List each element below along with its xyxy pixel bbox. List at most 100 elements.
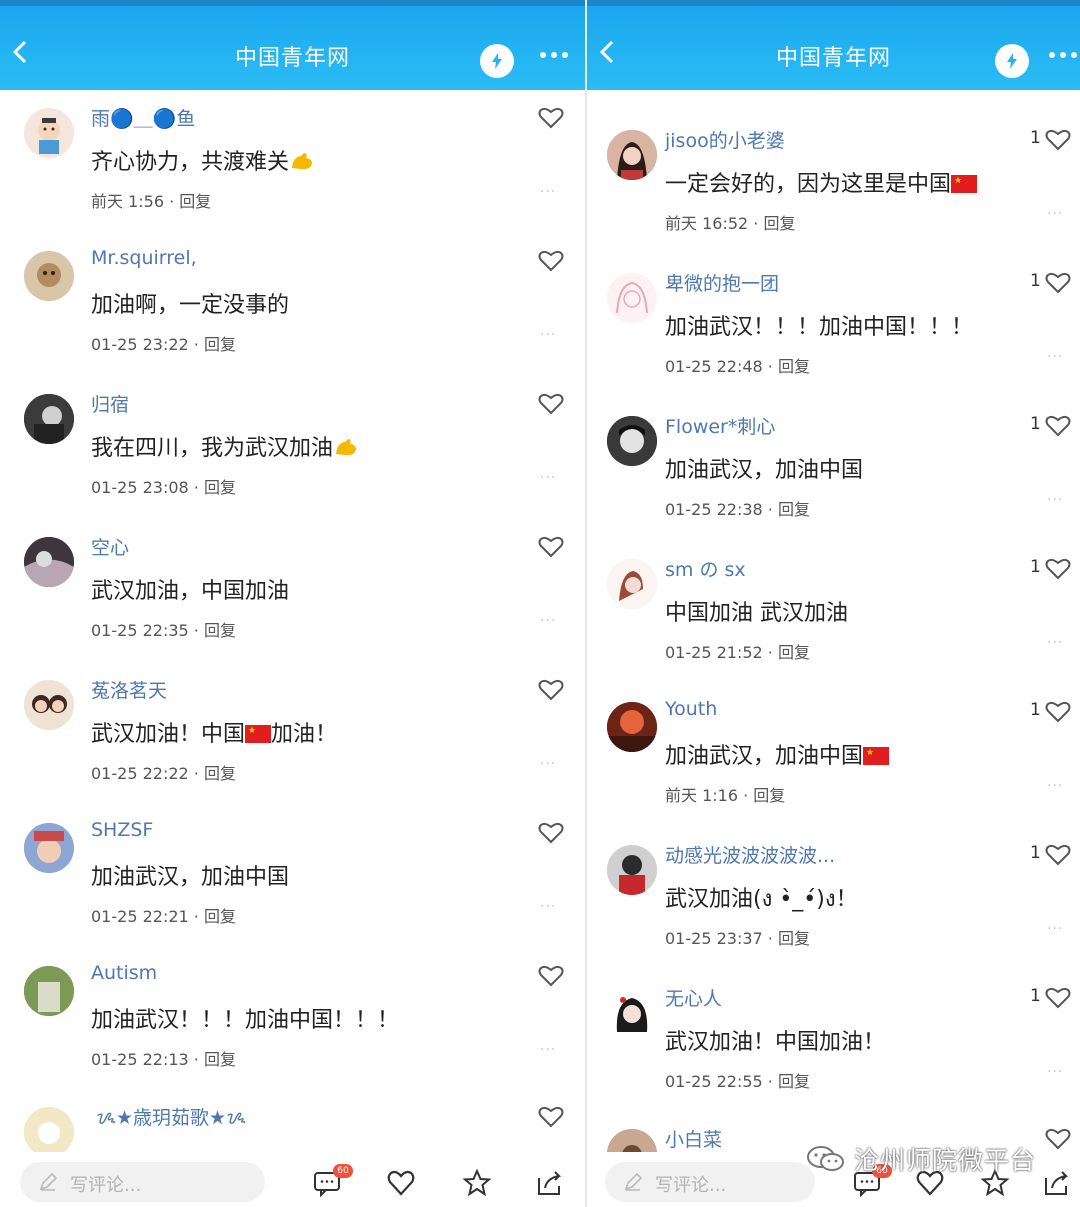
comment-text: 加油武汉！！！加油中国！！！ (665, 315, 974, 340)
pen-icon (39, 1172, 58, 1191)
more-icon[interactable] (540, 48, 574, 62)
more-icon[interactable] (1049, 48, 1080, 62)
avatar[interactable] (24, 680, 74, 730)
more-options-icon[interactable]: ··· (1047, 778, 1063, 794)
reply-link[interactable]: 回复 (778, 929, 810, 948)
heart-icon[interactable] (538, 964, 564, 988)
avatar[interactable] (24, 251, 74, 301)
heart-icon[interactable] (1045, 271, 1071, 295)
reply-link[interactable]: 回复 (778, 1072, 810, 1091)
comment-author[interactable]: Flower*刺心 (665, 412, 775, 439)
heart-icon[interactable] (1045, 986, 1071, 1010)
avatar[interactable] (24, 108, 74, 158)
comment-meta: 01-25 22:48 · 回复 (665, 357, 810, 376)
comment-meta: 01-25 22:21 · 回复 (91, 907, 236, 926)
comment-author[interactable]: Youth (665, 698, 717, 720)
like-count: 1 (1030, 986, 1041, 1006)
heart-icon[interactable] (1045, 700, 1071, 724)
reply-link[interactable]: 回复 (763, 214, 795, 233)
more-options-icon[interactable]: ··· (540, 756, 556, 772)
more-options-icon[interactable]: ··· (1047, 349, 1063, 365)
comment-author[interactable]: 菟洛茗天 (91, 676, 167, 703)
heart-icon[interactable] (1045, 1127, 1071, 1151)
more-options-icon[interactable]: ··· (540, 327, 556, 343)
heart-icon[interactable] (538, 535, 564, 559)
comment-author[interactable]: 空心 (91, 533, 129, 560)
comment-author[interactable]: sm の sx (665, 555, 746, 582)
comment-author[interactable]: SHZSF (91, 819, 153, 841)
comment-author[interactable]: 雨🔵＿🔵鱼 (91, 104, 195, 131)
reply-link[interactable]: 回复 (204, 764, 236, 783)
comment-count-badge: 60 (333, 1164, 353, 1178)
share-icon[interactable] (1042, 1168, 1072, 1198)
heart-icon[interactable] (538, 678, 564, 702)
comment-author[interactable]: Autism (91, 962, 157, 984)
share-icon[interactable] (535, 1168, 565, 1198)
more-options-icon[interactable]: ··· (540, 1042, 556, 1058)
comment-text: 加油武汉，加油中国 (665, 738, 890, 770)
more-options-icon[interactable]: ··· (1047, 635, 1063, 651)
comment-meta: 01-25 23:08 · 回复 (91, 478, 236, 497)
comment-input[interactable]: 写评论... (605, 1162, 815, 1202)
avatar[interactable] (607, 559, 657, 609)
reply-link[interactable]: 回复 (204, 478, 236, 497)
more-options-icon[interactable]: ··· (540, 899, 556, 915)
speed-icon[interactable] (995, 44, 1029, 78)
reply-link[interactable]: 回复 (204, 1050, 236, 1069)
heart-icon[interactable] (538, 821, 564, 845)
avatar[interactable] (24, 966, 74, 1016)
reply-link[interactable]: 回复 (778, 643, 810, 662)
comment-text: 一定会好的，因为这里是中国 (665, 166, 978, 198)
heart-icon[interactable] (1045, 557, 1071, 581)
star-icon[interactable] (462, 1168, 492, 1198)
avatar[interactable] (607, 702, 657, 752)
more-options-icon[interactable]: ··· (1047, 921, 1063, 937)
avatar[interactable] (24, 1107, 74, 1157)
comment-author[interactable]: 归宿 (91, 390, 129, 417)
avatar[interactable] (607, 416, 657, 466)
avatar[interactable] (24, 394, 74, 444)
reply-link[interactable]: 回复 (778, 500, 810, 519)
more-options-icon[interactable]: ··· (540, 184, 556, 200)
heart-icon[interactable] (538, 1105, 564, 1129)
avatar[interactable] (24, 537, 74, 587)
like-count: 1 (1030, 271, 1041, 291)
comment-author[interactable]: jisoo的小老婆 (665, 126, 785, 153)
comment-author[interactable]: 无心人 (665, 984, 722, 1011)
more-options-icon[interactable]: ··· (1047, 1064, 1063, 1080)
comment-author[interactable]: ᝰ★歳玥茹歌★ᝰ (96, 1103, 246, 1130)
comment-meta: 01-25 22:35 · 回复 (91, 621, 236, 640)
more-options-icon[interactable]: ··· (540, 470, 556, 486)
avatar[interactable] (607, 273, 657, 323)
more-options-icon[interactable]: ··· (1047, 206, 1063, 222)
comment-meta: 01-25 22:38 · 回复 (665, 500, 810, 519)
heart-icon[interactable] (1045, 843, 1071, 867)
comment-author[interactable]: 动感光波波波波波... (665, 841, 835, 868)
comment-author[interactable]: 卑微的抱一团 (665, 269, 779, 296)
reply-link[interactable]: 回复 (204, 335, 236, 354)
heart-icon[interactable] (538, 249, 564, 273)
avatar[interactable] (607, 988, 657, 1038)
comment-author[interactable]: 小白菜 (665, 1125, 722, 1152)
heart-icon[interactable] (1045, 414, 1071, 438)
reply-link[interactable]: 回复 (179, 192, 211, 211)
speed-icon[interactable] (480, 44, 514, 78)
heart-icon[interactable] (538, 392, 564, 416)
reply-link[interactable]: 回复 (204, 907, 236, 926)
avatar[interactable] (607, 130, 657, 180)
more-options-icon[interactable]: ··· (540, 613, 556, 629)
heart-icon[interactable] (386, 1168, 416, 1198)
avatar[interactable] (607, 845, 657, 895)
china-flag-icon (951, 175, 978, 193)
reply-link[interactable]: 回复 (204, 621, 236, 640)
heart-icon[interactable] (1045, 128, 1071, 152)
comment-input[interactable]: 写评论... (20, 1162, 265, 1202)
comment-meta: 前天 16:52 · 回复 (665, 214, 796, 233)
comment-meta: 01-25 22:22 · 回复 (91, 764, 236, 783)
reply-link[interactable]: 回复 (753, 786, 785, 805)
heart-icon[interactable] (538, 106, 564, 130)
avatar[interactable] (24, 823, 74, 873)
reply-link[interactable]: 回复 (778, 357, 810, 376)
comment-author[interactable]: Mr.squirrel, (91, 247, 197, 269)
more-options-icon[interactable]: ··· (1047, 492, 1063, 508)
